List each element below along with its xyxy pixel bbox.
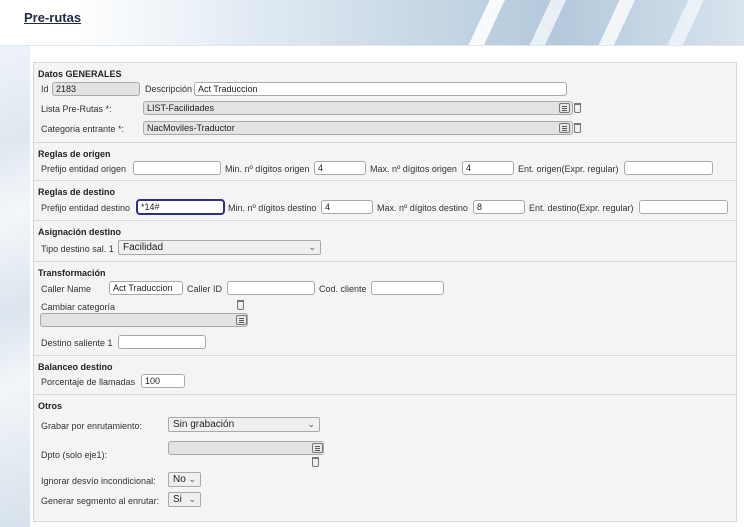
chevron-down-icon: ⌄ bbox=[308, 242, 316, 252]
tipo-destino-value: Facilidad bbox=[123, 242, 164, 253]
prefijo-destino-field[interactable]: *14# bbox=[136, 199, 225, 215]
max-origen-field[interactable]: 4 bbox=[462, 161, 514, 175]
divider bbox=[34, 220, 737, 221]
section-title-destino: Reglas de destino bbox=[38, 187, 116, 197]
cambiar-categoria-field bbox=[40, 313, 248, 327]
destino-saliente-field[interactable] bbox=[118, 335, 206, 349]
ent-destino-field[interactable] bbox=[639, 200, 728, 214]
caller-name-label: Caller Name bbox=[41, 284, 92, 294]
divider bbox=[34, 261, 737, 262]
section-title-generales: Datos GENERALES bbox=[38, 69, 122, 79]
decorative-strip bbox=[0, 46, 30, 527]
lista-field: LIST-Facilidades bbox=[143, 101, 573, 115]
section-title-otros: Otros bbox=[38, 401, 63, 411]
porcentaje-field[interactable]: 100 bbox=[141, 374, 185, 388]
categoria-field: NacMoviles-Traductor bbox=[143, 121, 573, 135]
min-origen-field[interactable]: 4 bbox=[314, 161, 366, 175]
chevron-down-icon: ⌄ bbox=[188, 474, 196, 484]
prefijo-destino-label: Prefijo entidad destino bbox=[41, 203, 131, 213]
caller-id-label: Caller ID bbox=[187, 284, 223, 294]
section-title-asignacion: Asignación destino bbox=[38, 227, 122, 237]
header-banner: Pre-rutas bbox=[0, 0, 744, 46]
ent-origen-label: Ent. origen(Expr. regular) bbox=[518, 164, 619, 174]
descripcion-label: Descripción bbox=[145, 84, 193, 94]
destino-saliente-label: Destino saliente 1 bbox=[41, 338, 113, 348]
cod-cliente-label: Cod. cliente bbox=[319, 284, 367, 294]
caller-id-field[interactable] bbox=[227, 281, 315, 295]
max-destino-label: Max. nº dígitos destino bbox=[377, 203, 468, 213]
trash-icon[interactable] bbox=[312, 457, 319, 467]
lista-label: Lista Pre-Rutas *: bbox=[41, 104, 112, 114]
grabar-value: Sin grabación bbox=[173, 419, 235, 430]
max-destino-field[interactable]: 8 bbox=[473, 200, 525, 214]
min-destino-field[interactable]: 4 bbox=[321, 200, 373, 214]
divider bbox=[34, 180, 737, 181]
min-origen-label: Min. nº dígitos origen bbox=[225, 164, 310, 174]
chevron-down-icon: ⌄ bbox=[307, 419, 315, 429]
prefijo-origen-field[interactable] bbox=[133, 161, 221, 175]
prefijo-origen-label: Prefijo entidad origen bbox=[41, 164, 127, 174]
ignorar-label: Ignorar desvío incondicional: bbox=[41, 476, 156, 486]
categoria-label: Categoria entrante *: bbox=[41, 124, 125, 134]
page-title: Pre-rutas bbox=[24, 10, 82, 25]
section-title-origen: Reglas de origen bbox=[38, 149, 111, 159]
generar-select[interactable]: Si ⌄ bbox=[168, 492, 201, 507]
ent-destino-label: Ent. destino(Expr. regular) bbox=[529, 203, 634, 213]
tipo-destino-label: Tipo destino sal. 1 bbox=[41, 244, 114, 254]
id-label: Id bbox=[41, 84, 49, 94]
ignorar-select[interactable]: No ⌄ bbox=[168, 472, 201, 487]
max-origen-label: Max. nº dígitos origen bbox=[370, 164, 457, 174]
caller-name-field[interactable]: Act Traduccion bbox=[109, 281, 183, 295]
list-icon[interactable] bbox=[312, 443, 323, 453]
grabar-label: Grabar por enrutamiento: bbox=[41, 421, 143, 431]
divider bbox=[34, 355, 737, 356]
grabar-select[interactable]: Sin grabación ⌄ bbox=[168, 417, 320, 432]
cambiar-categoria-label: Cambiar categoría bbox=[41, 302, 116, 312]
id-field: 2183 bbox=[52, 82, 140, 96]
ent-origen-field[interactable] bbox=[624, 161, 713, 175]
tipo-destino-select[interactable]: Facilidad ⌄ bbox=[118, 240, 321, 255]
generar-value: Si bbox=[173, 494, 182, 505]
ignorar-value: No bbox=[173, 474, 186, 485]
list-icon[interactable] bbox=[236, 315, 247, 325]
trash-icon[interactable] bbox=[574, 103, 581, 113]
chevron-down-icon: ⌄ bbox=[188, 494, 196, 504]
descripcion-field[interactable]: Act Traduccion bbox=[194, 82, 567, 96]
divider bbox=[34, 142, 737, 143]
dpto-label: Dpto (solo eje1): bbox=[41, 450, 108, 460]
section-title-balanceo: Balanceo destino bbox=[38, 362, 113, 372]
dpto-field bbox=[168, 441, 324, 455]
section-title-transformacion: Transformación bbox=[38, 268, 106, 278]
cod-cliente-field[interactable] bbox=[371, 281, 444, 295]
list-icon[interactable] bbox=[559, 123, 570, 133]
trash-icon[interactable] bbox=[237, 300, 244, 310]
porcentaje-label: Porcentaje de llamadas bbox=[41, 377, 136, 387]
divider bbox=[34, 394, 737, 395]
list-icon[interactable] bbox=[559, 103, 570, 113]
trash-icon[interactable] bbox=[574, 123, 581, 133]
generar-label: Generar segmento al enrutar: bbox=[41, 496, 160, 506]
min-destino-label: Min. nº dígitos destino bbox=[228, 203, 317, 213]
